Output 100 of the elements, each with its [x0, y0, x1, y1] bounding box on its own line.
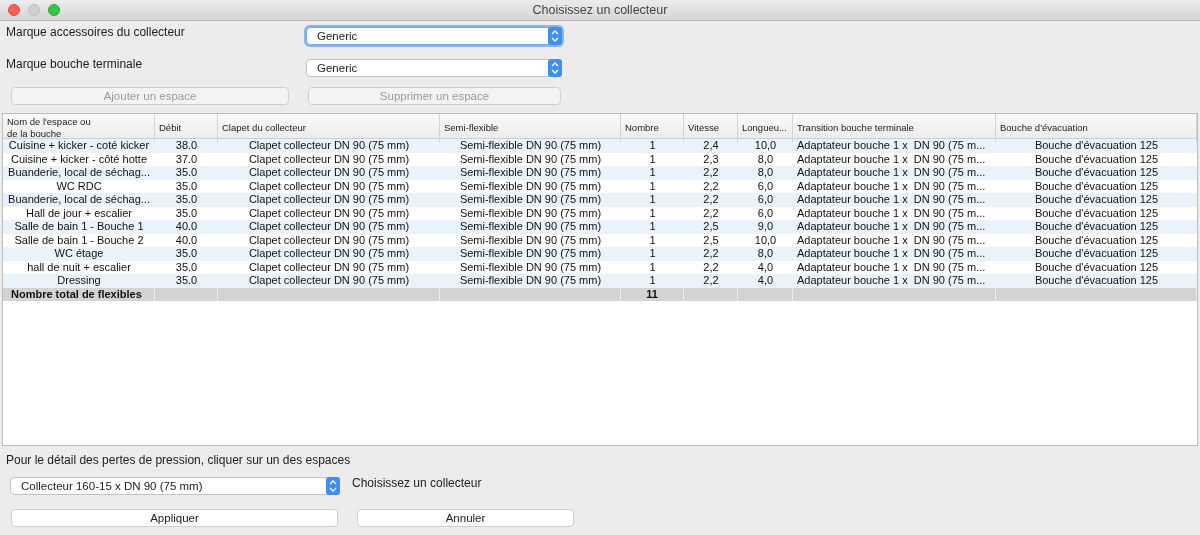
- table-row[interactable]: Hall de jour + escalier 35.0 Clapet collecteur DN 90 (75 mm) Semi-flexible DN 90 (75 mm) 1 2,2 6,0 Adaptateur bouche 1 x DN 90 (75 m... Bouche d'évacuation 125: [3, 206, 1197, 220]
- table-cell-text: 6,0: [756, 179, 775, 193]
- table-cell-text: Bouche d'évacuation 125: [1033, 152, 1160, 166]
- table-cell-text: Adaptateur bouche 1 x DN 90 (75 m...: [796, 166, 987, 180]
- table-cell-text: Semi-flexible DN 90 (75 mm): [458, 220, 603, 234]
- table-cell-text: 2,2: [702, 247, 720, 261]
- table-cell-text: WC RDC: [55, 179, 103, 193]
- table-cell-text: Clapet collecteur DN 90 (75 mm): [247, 233, 411, 247]
- field-label: Marque bouche terminale: [6, 57, 144, 71]
- table-cell-text: Adaptateur bouche 1 x DN 90 (75 m...: [796, 152, 987, 166]
- table-cell-text: 1: [648, 166, 657, 180]
- table-row[interactable]: Buanderie, local de séchag... 35.0 Clapet collecteur DN 90 (75 mm) Semi-flexible DN 90 (75 mm) 1 2,2 8,0 Adaptateur bouche 1 x DN 90 (75 m... Bouche d'évacuation 125: [3, 166, 1197, 180]
- table-cell-text: Clapet collecteur DN 90 (75 mm): [247, 166, 411, 180]
- table-cell-text: 1: [648, 179, 657, 193]
- apply-button[interactable]: Appliquer: [11, 509, 338, 527]
- table-row[interactable]: WC étage 35.0 Clapet collecteur DN 90 (75 mm) Semi-flexible DN 90 (75 mm) 1 2,2 8,0 Adaptateur bouche 1 x DN 90 (75 m... Bouche d'évacuation 125: [3, 247, 1197, 261]
- stepper-icon: [548, 59, 562, 77]
- table-cell-text: 1: [648, 233, 657, 247]
- table-cell-text: Bouche d'évacuation 125: [1033, 139, 1160, 153]
- table-cell-text: 40.0: [174, 220, 199, 234]
- table-cell-text: 35.0: [174, 247, 199, 261]
- table-cell-text: Bouche d'évacuation 125: [1033, 166, 1160, 180]
- table-cell-text: Bouche d'évacuation 125: [1033, 247, 1160, 261]
- dropdown[interactable]: Generic: [306, 59, 562, 77]
- table-cell-text: 1: [648, 260, 657, 274]
- table-cell-text: 1: [648, 274, 657, 288]
- table-cell-text: 1: [648, 206, 657, 220]
- table-cell-text: 35.0: [174, 166, 199, 180]
- table-cell-text: Hall de jour + escalier: [24, 206, 134, 220]
- table-cell-text: 10,0: [753, 139, 778, 153]
- table-cell-text: Adaptateur bouche 1 x DN 90 (75 m...: [796, 193, 987, 207]
- table-cell-text: Adaptateur bouche 1 x DN 90 (75 m...: [796, 247, 987, 261]
- hint-text: Pour le détail des pertes de pression, cliquer sur un des espaces: [6, 453, 352, 469]
- table-cell-text: Cuisine + kicker - coté kicker: [7, 139, 151, 153]
- total-count: 11: [646, 287, 658, 300]
- table-cell-text: 35.0: [174, 260, 199, 274]
- table-cell-text: 8,0: [756, 247, 775, 261]
- table-cell-text: hall de nuit + escalier: [26, 260, 132, 274]
- dropdown[interactable]: Collecteur 160-15 x DN 90 (75 mm): [10, 477, 340, 495]
- table-cell-text: 8,0: [756, 166, 775, 180]
- table-cell-text: 2,2: [702, 166, 720, 180]
- table-cell-text: Bouche d'évacuation 125: [1033, 179, 1160, 193]
- table-cell-text: 2,2: [702, 179, 720, 193]
- stepper-icon: [326, 477, 340, 495]
- table-cell-text: 2,3: [702, 152, 720, 166]
- table-cell-text: 35.0: [174, 206, 199, 220]
- table-row[interactable]: Salle de bain 1 - Bouche 2 40.0 Clapet collecteur DN 90 (75 mm) Semi-flexible DN 90 (75 mm) 1 2,5 10,0 Adaptateur bouche 1 x DN 90 (75 m... Bouche d'évacuation 125: [3, 233, 1197, 247]
- table-cell-text: 10,0: [753, 233, 778, 247]
- table-cell-text: Clapet collecteur DN 90 (75 mm): [247, 193, 411, 207]
- cancel-button[interactable]: Annuler: [357, 509, 574, 527]
- table-cell-text: Semi-flexible DN 90 (75 mm): [458, 206, 603, 220]
- table-cell-text: WC étage: [53, 247, 105, 261]
- table-cell-text: Bouche d'évacuation 125: [1033, 206, 1160, 220]
- zoom-button[interactable]: [48, 4, 60, 16]
- table-cell-text: Semi-flexible DN 90 (75 mm): [458, 193, 603, 207]
- field-label: Marque accessoires du collecteur: [6, 25, 186, 39]
- table-cell-text: 1: [648, 247, 657, 261]
- table-cell-text: 2,2: [702, 274, 720, 288]
- close-button[interactable]: [8, 4, 20, 16]
- table-cell-text: 4,0: [756, 274, 775, 288]
- table-cell-text: Adaptateur bouche 1 x DN 90 (75 m...: [796, 274, 987, 288]
- dropdown[interactable]: Generic: [306, 27, 562, 45]
- table-cell-text: 38.0: [174, 139, 199, 153]
- table-row[interactable]: Buanderie, local de séchag... 35.0 Clapet collecteur DN 90 (75 mm) Semi-flexible DN 90 (75 mm) 1 2,2 6,0 Adaptateur bouche 1 x DN 90 (75 m... Bouche d'évacuation 125: [3, 193, 1197, 207]
- table-cell-text: 1: [648, 139, 657, 153]
- table-cell-text: Clapet collecteur DN 90 (75 mm): [247, 220, 411, 234]
- table-cell-text: Adaptateur bouche 1 x DN 90 (75 m...: [796, 179, 987, 193]
- table-cell-text: Clapet collecteur DN 90 (75 mm): [247, 206, 411, 220]
- minimize-button[interactable]: [28, 4, 40, 16]
- table-cell-text: 2,2: [702, 193, 720, 207]
- table-row[interactable]: hall de nuit + escalier 35.0 Clapet collecteur DN 90 (75 mm) Semi-flexible DN 90 (75 mm) 1 2,2 4,0 Adaptateur bouche 1 x DN 90 (75 m... Bouche d'évacuation 125: [3, 260, 1197, 274]
- table-cell-text: Bouche d'évacuation 125: [1033, 220, 1160, 234]
- table-cell-text: Buanderie, local de séchag...: [7, 166, 151, 180]
- table-cell-text: Buanderie, local de séchag...: [7, 193, 151, 207]
- table-row[interactable]: Dressing 35.0 Clapet collecteur DN 90 (75 mm) Semi-flexible DN 90 (75 mm) 1 2,2 4,0 Adaptateur bouche 1 x DN 90 (75 m... Bouche d'évacuation 125: [3, 274, 1197, 288]
- table-cell-text: 2,5: [702, 220, 720, 234]
- table-cell-text: Semi-flexible DN 90 (75 mm): [458, 274, 603, 288]
- table-cell-text: Clapet collecteur DN 90 (75 mm): [247, 247, 411, 261]
- table-row[interactable]: Salle de bain 1 - Bouche 1 40.0 Clapet collecteur DN 90 (75 mm) Semi-flexible DN 90 (75 mm) 1 2,5 9,0 Adaptateur bouche 1 x DN 90 (75 m... Bouche d'évacuation 125: [3, 220, 1197, 234]
- table-cell-text: 4,0: [756, 260, 775, 274]
- total-label: Nombre total de flexibles: [11, 287, 142, 300]
- table-cell-text: Adaptateur bouche 1 x DN 90 (75 m...: [796, 206, 987, 220]
- table-cell-text: 1: [648, 152, 657, 166]
- stepper-icon: [548, 27, 562, 45]
- table-row[interactable]: WC RDC 35.0 Clapet collecteur DN 90 (75 mm) Semi-flexible DN 90 (75 mm) 1 2,2 6,0 Adaptateur bouche 1 x DN 90 (75 m... Bouche d'évacuation 125: [3, 179, 1197, 193]
- table-cell-text: Semi-flexible DN 90 (75 mm): [458, 152, 603, 166]
- table-cell-text: Adaptateur bouche 1 x DN 90 (75 m...: [796, 233, 987, 247]
- table-row[interactable]: Cuisine + kicker - coté kicker 38.0 Clapet collecteur DN 90 (75 mm) Semi-flexible DN 90 (75 mm) 1 2,4 10,0 Adaptateur bouche 1 x DN 90 (75 m... Bouche d'évacuation 125: [3, 139, 1197, 153]
- table-cell-text: Semi-flexible DN 90 (75 mm): [458, 247, 603, 261]
- table-cell-text: 2,5: [702, 233, 720, 247]
- table-cell-text: Bouche d'évacuation 125: [1033, 260, 1160, 274]
- table-cell-text: 2,2: [702, 206, 720, 220]
- table-cell-text: 37.0: [174, 152, 199, 166]
- table-row[interactable]: Cuisine + kicker - côté hotte 37.0 Clapet collecteur DN 90 (75 mm) Semi-flexible DN 90 (75 mm) 1 2,3 8,0 Adaptateur bouche 1 x DN 90 (75 m... Bouche d'évacuation 125: [3, 152, 1197, 166]
- table-cell-text: 40.0: [174, 233, 199, 247]
- table-cell-text: 8,0: [756, 152, 775, 166]
- table-cell-text: Adaptateur bouche 1 x DN 90 (75 m...: [796, 220, 987, 234]
- table-cell-text: Adaptateur bouche 1 x DN 90 (75 m...: [796, 139, 987, 153]
- table-cell-text: 6,0: [756, 206, 775, 220]
- table-cell-text: Bouche d'évacuation 125: [1033, 233, 1160, 247]
